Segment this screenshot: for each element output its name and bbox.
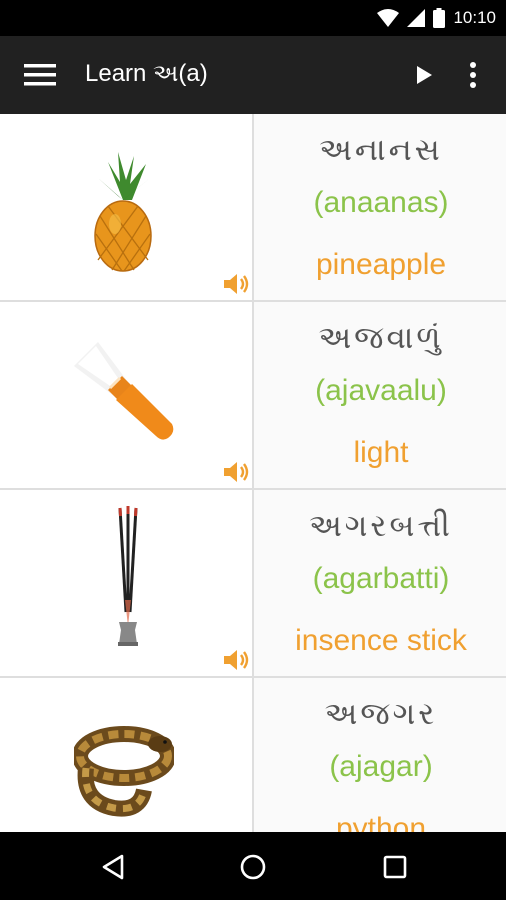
- status-bar: 10:10: [0, 0, 506, 36]
- app-title: Learn અ(a): [85, 60, 208, 87]
- more-vert-icon[interactable]: [464, 60, 482, 90]
- word-image-cell[interactable]: [0, 114, 254, 300]
- speaker-icon[interactable]: [222, 460, 250, 484]
- battery-icon: [433, 8, 446, 28]
- home-icon[interactable]: [238, 852, 268, 882]
- word-row: અજવાળું (ajavaalu) light: [0, 302, 506, 490]
- status-icons: 10:10: [377, 0, 496, 36]
- word-row: અનાનસ (anaanas) pineapple: [0, 114, 506, 302]
- recents-icon[interactable]: [380, 852, 410, 882]
- word-list[interactable]: અનાનસ (anaanas) pineapple અજવાળું (ajava…: [0, 114, 506, 832]
- english-word: insence stick: [295, 624, 467, 657]
- word-text-cell: અગરબત્તી (agarbatti) insence stick: [256, 490, 506, 676]
- status-time: 10:10: [453, 8, 496, 27]
- back-icon[interactable]: [98, 852, 128, 882]
- word-row: અજગર (ajagar) python: [0, 678, 506, 832]
- word-text-cell: અજગર (ajagar) python: [256, 678, 506, 832]
- word-row: અગરબત્તી (agarbatti) insence stick: [0, 490, 506, 678]
- word-text-cell: અજવાળું (ajavaalu) light: [256, 302, 506, 488]
- pineapple-icon: [94, 152, 152, 272]
- app-bar: Learn અ(a): [0, 36, 506, 114]
- english-word: light: [353, 436, 409, 469]
- transliteration: (anaanas): [313, 186, 449, 219]
- gujarati-word: અગરબત્તી: [309, 508, 453, 544]
- speaker-icon[interactable]: [222, 272, 250, 296]
- speaker-icon[interactable]: [222, 648, 250, 672]
- gujarati-word: અનાનસ: [319, 132, 443, 168]
- word-image-cell[interactable]: [0, 302, 254, 488]
- gujarati-word: અજવાળું: [318, 320, 444, 356]
- signal-icon: [407, 9, 426, 27]
- navigation-bar: [0, 832, 506, 900]
- word-image-cell[interactable]: [0, 490, 254, 676]
- english-word: pineapple: [315, 248, 447, 281]
- english-word: python: [335, 812, 427, 832]
- flashlight-icon: [74, 342, 174, 440]
- transliteration: (agarbatti): [312, 562, 450, 595]
- transliteration: (ajavaalu): [315, 374, 447, 407]
- play-icon[interactable]: [414, 64, 434, 86]
- word-text-cell: અનાનસ (anaanas) pineapple: [256, 114, 506, 300]
- incense-sticks-icon: [118, 506, 138, 646]
- python-snake-icon: [74, 726, 174, 817]
- transliteration: (ajagar): [329, 750, 433, 783]
- menu-icon[interactable]: [24, 64, 56, 86]
- wifi-icon: [377, 9, 400, 27]
- word-image-cell[interactable]: [0, 678, 254, 832]
- gujarati-word: અજગર: [324, 696, 438, 732]
